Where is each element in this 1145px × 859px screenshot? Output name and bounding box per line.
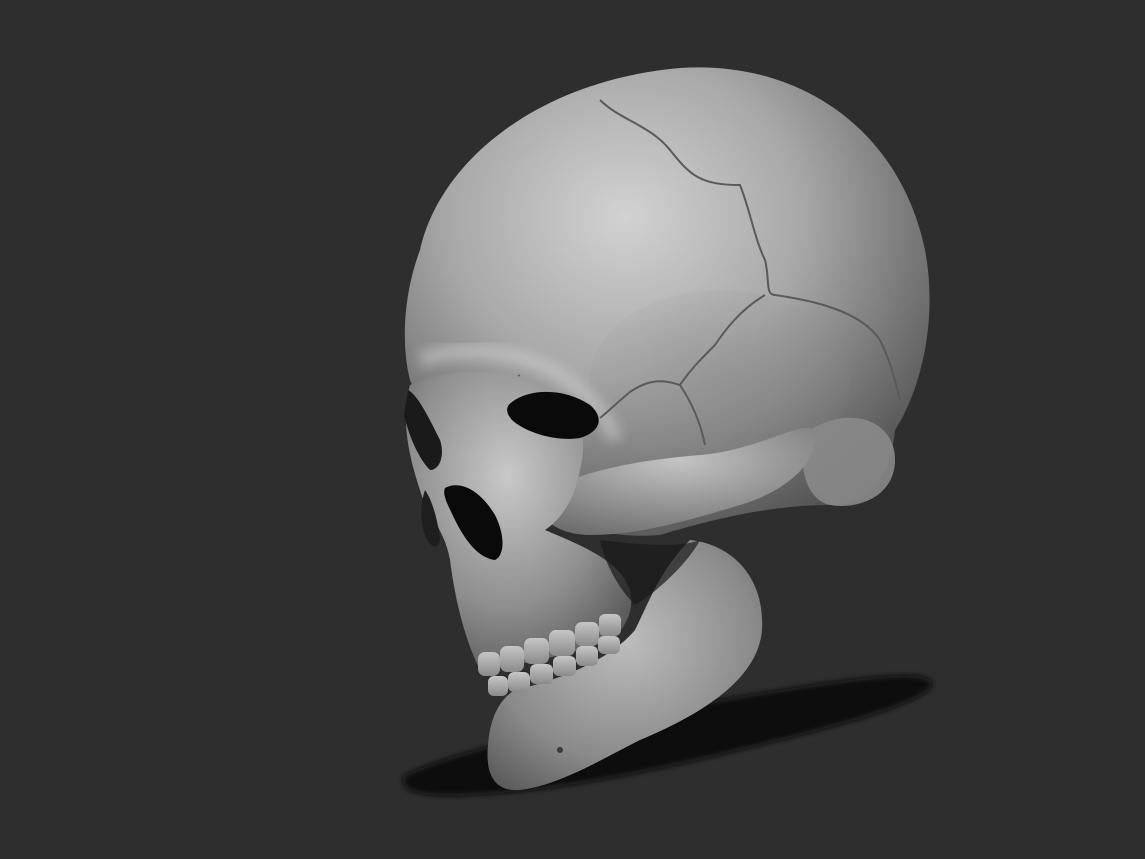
mastoid-process (802, 417, 895, 506)
mental-foramen (557, 747, 563, 753)
render-viewport (0, 0, 1145, 859)
skull-render (402, 67, 933, 796)
